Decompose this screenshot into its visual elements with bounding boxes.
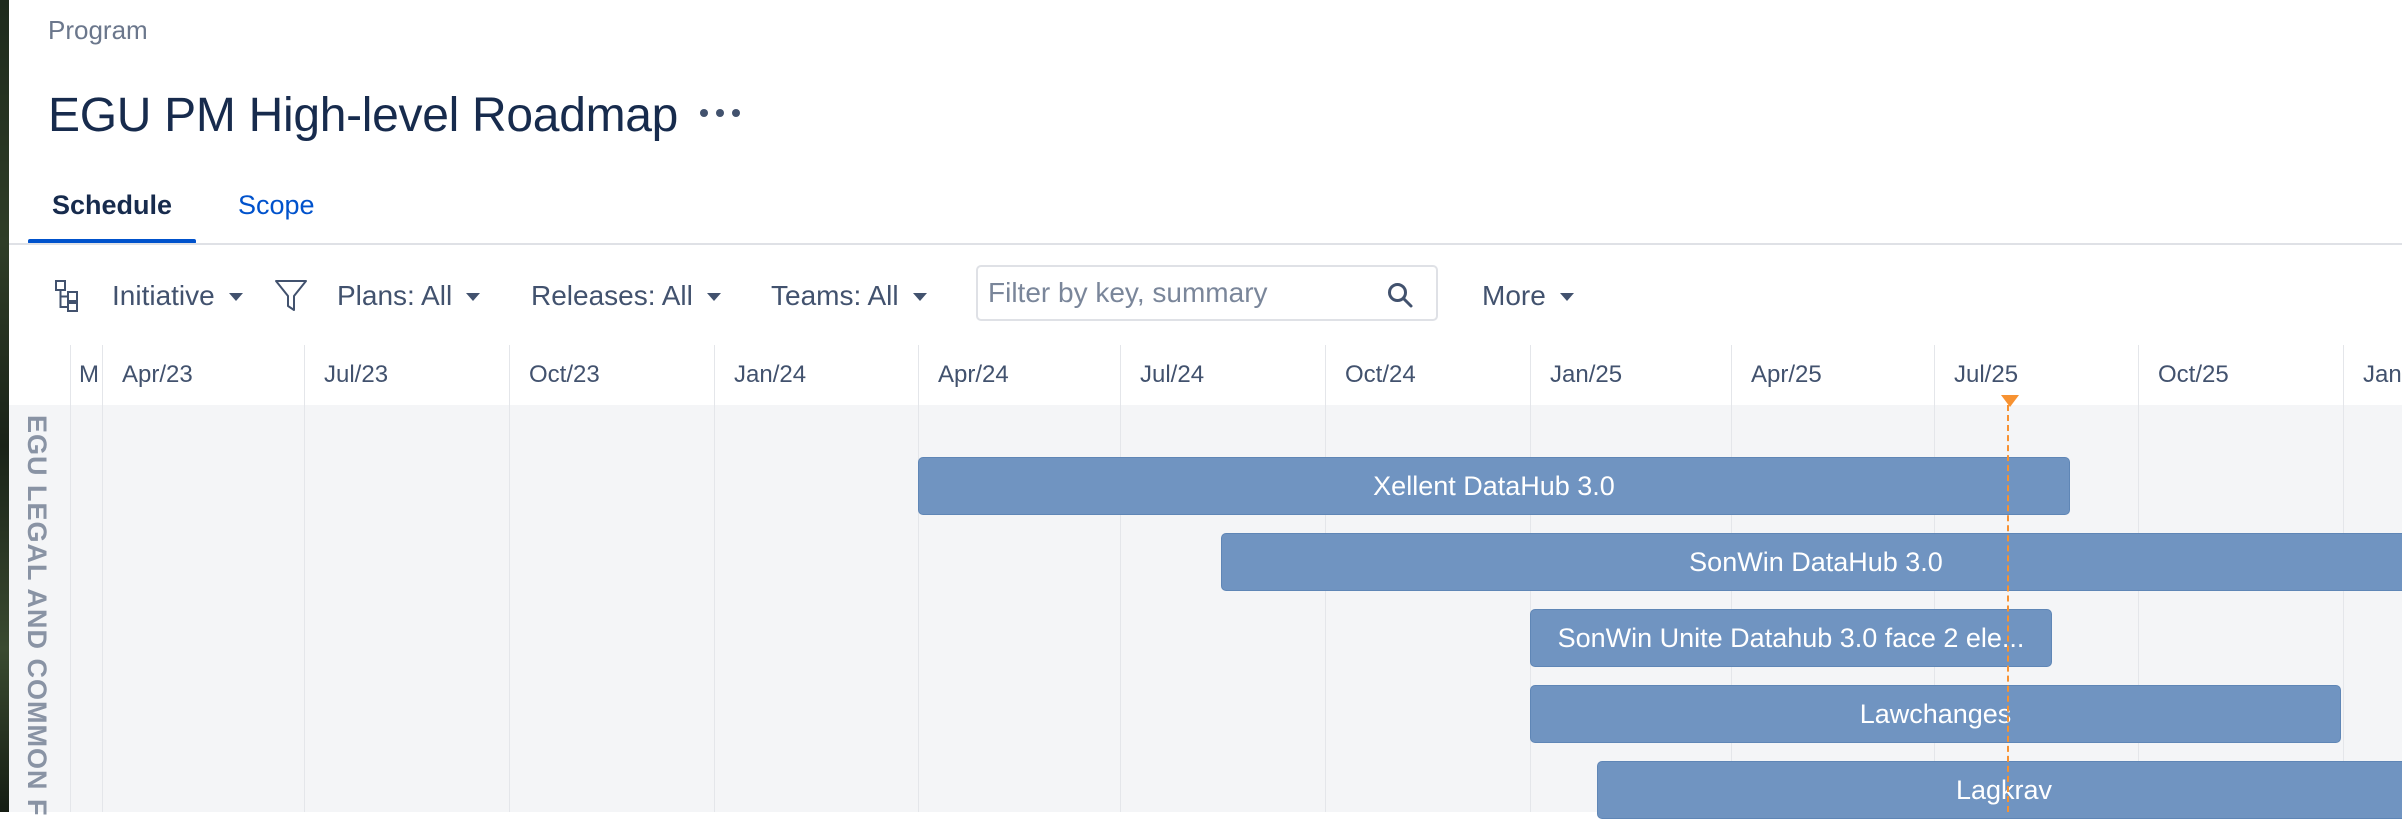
filter-icon[interactable] xyxy=(271,262,311,330)
plans-label: Plans: All xyxy=(337,280,453,311)
more-label: More xyxy=(1482,280,1546,311)
timeline-month-label: M xyxy=(79,361,99,388)
timeline-month-label: Oct/23 xyxy=(529,361,600,388)
chevron-down-icon xyxy=(706,293,721,301)
search-icon[interactable] xyxy=(1386,281,1414,309)
teams-dropdown[interactable]: Teams: All xyxy=(771,262,927,330)
tab-scope[interactable]: Scope xyxy=(238,180,315,244)
initiative-label: Initiative xyxy=(112,280,215,311)
tabs-divider xyxy=(9,243,2402,245)
page-title: EGU PM High-level Roadmap xyxy=(48,89,679,142)
initiative-dropdown[interactable]: Initiative xyxy=(112,262,243,330)
timeline-month-label: Jul/24 xyxy=(1140,361,1205,388)
roadmap-bar-label: Lawchanges xyxy=(1859,698,2012,729)
timeline-month-label: Jan/24 xyxy=(734,361,807,388)
tab-scope-label: Scope xyxy=(238,190,315,220)
today-marker-icon xyxy=(2001,395,2019,407)
timeline-gridline xyxy=(714,345,715,812)
timeline-month-label: Jul/25 xyxy=(1954,361,2019,388)
timeline-gridline xyxy=(1120,345,1121,812)
timeline-gridline xyxy=(918,345,919,812)
more-actions-icon[interactable] xyxy=(700,100,740,126)
window-edge xyxy=(0,0,9,812)
roadmap-bar-label: Lagkrav xyxy=(1955,774,2053,805)
releases-label: Releases: All xyxy=(531,280,693,311)
releases-dropdown[interactable]: Releases: All xyxy=(531,262,721,330)
timeline-month-label: Jan/25 xyxy=(1550,361,1623,388)
timeline: M Apr/23 Jul/23 Oct/23 Jan/24 Apr/24 Jul/24 Oct… xyxy=(9,345,2402,819)
timeline-month-label: Apr/24 xyxy=(938,361,1009,388)
plans-dropdown[interactable]: Plans: All xyxy=(337,262,481,330)
swimlane-label: EGU LEGAL AND COMMON F xyxy=(22,415,52,817)
roadmap-bar-label: SonWin DataHub 3.0 xyxy=(1689,546,1943,577)
timeline-gridline xyxy=(509,345,510,812)
timeline-month-label: Oct/24 xyxy=(1345,361,1416,388)
timeline-month-label: Apr/23 xyxy=(122,361,193,388)
roadmap-bar[interactable]: Lagkrav xyxy=(1597,761,2402,819)
timeline-month-label: Jan xyxy=(2363,361,2402,388)
today-line xyxy=(2007,405,2009,812)
timeline-month-label: Oct/25 xyxy=(2158,361,2229,388)
tab-schedule-label: Schedule xyxy=(51,190,173,220)
timeline-gridline xyxy=(102,345,103,812)
search-box xyxy=(976,265,1438,321)
toolbar: Initiative Plans: All Releases: All Team… xyxy=(9,262,2402,330)
roadmap-bar-label: Xellent DataHub 3.0 xyxy=(1373,470,1615,501)
chevron-down-icon xyxy=(912,293,927,301)
chevron-down-icon xyxy=(1559,293,1574,301)
breadcrumb[interactable]: Program xyxy=(48,15,148,46)
timeline-gridline xyxy=(70,345,71,812)
roadmap-bar-label: SonWin Unite Datahub 3.0 face 2 ele... xyxy=(1557,622,2025,653)
chevron-down-icon xyxy=(228,293,243,301)
chevron-down-icon xyxy=(466,293,481,301)
roadmap-bar[interactable]: SonWin DataHub 3.0 xyxy=(1221,533,2402,591)
timeline-month-label: Jul/23 xyxy=(324,361,389,388)
timeline-gridline xyxy=(304,345,305,812)
roadmap-bar[interactable]: Lawchanges xyxy=(1530,685,2341,743)
search-input[interactable] xyxy=(978,277,1368,309)
teams-label: Teams: All xyxy=(771,280,899,311)
more-dropdown[interactable]: More xyxy=(1482,262,1574,330)
roadmap-bar[interactable]: Xellent DataHub 3.0 xyxy=(918,457,2070,515)
timeline-month-label: Apr/25 xyxy=(1751,361,1822,388)
tab-schedule[interactable]: Schedule xyxy=(28,180,196,244)
roadmap-bar[interactable]: SonWin Unite Datahub 3.0 face 2 ele... xyxy=(1530,609,2052,667)
hierarchy-icon[interactable] xyxy=(49,262,85,330)
